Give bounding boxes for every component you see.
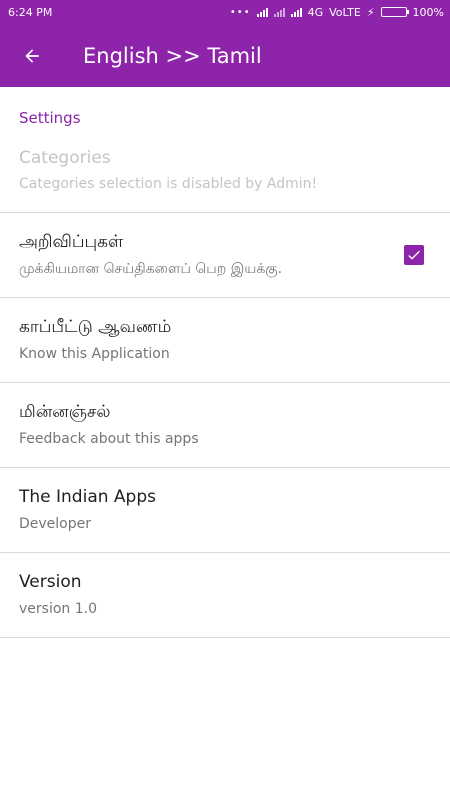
pref-summary: Know this Application [19, 346, 170, 362]
app-toolbar: English >> Tamil [0, 24, 450, 87]
checkmark-icon [408, 250, 420, 260]
pref-title: அறிவிப்புகள் [19, 232, 124, 252]
pref-title: Version [19, 572, 82, 592]
signal-icon [256, 7, 268, 17]
pref-version[interactable]: Version version 1.0 [0, 553, 450, 638]
status-time: 6:24 PM [8, 5, 53, 19]
status-indicators: ••• 4G VoLTE ⚡ 100% [230, 6, 444, 19]
pref-summary: Feedback about this apps [19, 431, 199, 447]
pref-categories: Categories Categories selection is disab… [0, 145, 450, 213]
back-button[interactable] [0, 24, 64, 87]
pref-summary: Developer [19, 516, 92, 532]
pref-notifications[interactable]: அறிவிப்புகள் முக்கியமான செய்திகளைப் பெற … [0, 213, 450, 298]
signal-icon-3 [290, 7, 302, 17]
volte-indicator: VoLTE [329, 5, 361, 19]
pref-title: The Indian Apps [19, 487, 156, 507]
pref-about[interactable]: காப்பீட்டு ஆவணம் Know this Application [0, 298, 450, 383]
charging-icon: ⚡ [366, 5, 375, 19]
pref-summary: முக்கியமான செய்திகளைப் பெற இயக்கு. [19, 261, 283, 277]
battery-icon [380, 7, 409, 17]
pref-summary: Categories selection is disabled by Admi… [19, 176, 318, 192]
signal-icon-2 [273, 7, 285, 17]
settings-list: Settings Categories Categories selection… [0, 87, 450, 638]
pref-title: மின்னஞ்சல் [19, 402, 111, 422]
arrow-left-icon [25, 48, 39, 63]
pref-summary: version 1.0 [19, 601, 97, 617]
status-bar: 6:24 PM ••• 4G VoLTE ⚡ 100% [0, 0, 450, 24]
more-notifications-icon: ••• [229, 6, 251, 18]
battery-percent: 100% [412, 5, 444, 19]
notifications-checkbox[interactable] [404, 245, 424, 265]
pref-title: காப்பீட்டு ஆவணம் [19, 317, 172, 337]
page-title: English >> Tamil [83, 43, 262, 68]
pref-email[interactable]: மின்னஞ்சல் Feedback about this apps [0, 383, 450, 468]
network-type: 4G [307, 5, 324, 19]
pref-title: Categories [19, 148, 111, 168]
pref-developer[interactable]: The Indian Apps Developer [0, 468, 450, 553]
settings-section-header: Settings [19, 109, 81, 127]
